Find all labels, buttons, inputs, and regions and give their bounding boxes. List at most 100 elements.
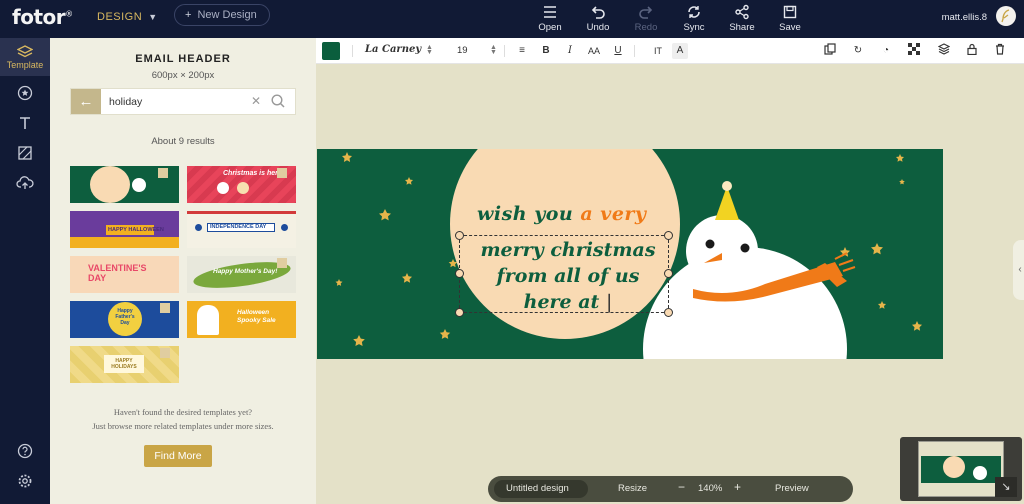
template-panel: EMAIL HEADER 600px × 200px ← ✕ About 9 r… [50,38,316,504]
template-thumb-christmas-is-here[interactable]: Christmas is here! [187,166,296,203]
thumb-heart-icon [277,258,287,268]
template-thumb-valentines[interactable]: VALENTINE'S DAY [70,256,179,293]
user-name[interactable]: matt.ellis.8 [942,12,987,23]
layers-icon [17,45,33,58]
thumb-ornament [217,182,229,194]
avatar[interactable] [996,6,1016,26]
zoom-in-icon[interactable]: + [734,480,741,494]
thumb-heart-icon [158,168,168,178]
divider [504,45,505,57]
back-arrow-icon[interactable]: ← [71,89,101,114]
chevron-left-icon: ‹ [1018,264,1022,275]
shape-icon[interactable]: ◔ [878,43,894,59]
new-design-button[interactable]: + New Design [174,4,270,26]
thumb-ornament [237,182,249,194]
resize-handle[interactable] [664,269,673,278]
rail-item-template[interactable]: Template [0,38,50,76]
template-thumb-spooky-sale[interactable]: Halloween Spooky Sale [187,301,296,338]
template-search: ← ✕ [70,88,296,115]
search-icon[interactable] [270,93,286,109]
minimap-banner [921,456,1001,483]
thumb-ground [70,237,179,248]
undo-icon [591,6,605,19]
design-name-field[interactable]: Untitled design [494,480,588,498]
rail-item-upload[interactable] [0,168,50,206]
find-more-button[interactable]: Find More [144,445,212,467]
case-icon[interactable]: AA [586,43,602,59]
zoom-out-icon[interactable]: − [678,480,685,494]
lock-icon[interactable] [964,43,980,59]
menu-icon [544,6,556,18]
template-thumb-independence-day[interactable]: INDEPENDENCE DAY [187,211,296,248]
text-effect-icon[interactable]: A [672,43,688,59]
results-count: About 9 results [151,136,215,147]
template-thumb-mothers-day[interactable]: Happy Mother's Day! [187,256,296,293]
clear-icon[interactable]: ✕ [251,94,261,108]
thumb-circle [90,166,130,203]
top-bar: fotor® DESIGN ▼ + New Design Open Undo Red… [0,0,1024,38]
chevron-down-icon: ▼ [148,12,158,22]
resize-handle[interactable] [455,308,464,317]
font-stepper-icon[interactable]: ▲ ▼ [426,44,433,56]
share-button[interactable]: Share [720,4,764,33]
resize-handle[interactable] [664,231,673,240]
resize-handle[interactable] [664,308,673,317]
background-icon [18,146,32,160]
size-stepper-icon[interactable]: ▲ ▼ [490,44,497,56]
template-thumb-happy-holidays[interactable]: HAPPY HOLIDAYS [70,346,179,383]
resize-handle[interactable] [455,231,464,240]
template-thumb-fathers-day[interactable]: Happy Father's Day [70,301,179,338]
thumb-snowman [132,178,146,192]
thumb-heart-icon [160,348,170,358]
preview-button[interactable]: Preview [775,483,809,494]
save-button[interactable]: Save [768,4,812,33]
bold-icon[interactable]: B [538,43,554,59]
resize-handle[interactable] [455,269,464,278]
panel-size: 600px × 200px [151,70,215,81]
template-thumb-halloween[interactable]: HAPPY HALLOWEEN [70,211,179,248]
minimap[interactable]: ↘ [900,437,1022,501]
delete-icon[interactable] [992,43,1008,59]
align-icon[interactable]: ≡ [514,43,530,59]
no-result-hint: Haven't found the desired templates yet?… [92,407,274,431]
layers-icon[interactable] [936,43,952,59]
italic-icon[interactable]: I [562,43,578,59]
share-icon [735,4,749,20]
rail-item-settings[interactable] [0,466,50,504]
sync-button[interactable]: Sync [672,4,716,33]
thumb-ghost [197,305,219,335]
cloud-upload-icon [16,176,34,189]
thumb-heart-icon [195,224,202,231]
duplicate-icon[interactable] [822,43,838,59]
template-thumb-christmas-snowman[interactable] [70,166,179,203]
divider [352,45,353,57]
fotor-logo[interactable]: fotor® [12,5,73,29]
rotate-icon[interactable]: ↻ [850,43,866,59]
search-input[interactable] [109,94,249,110]
thumb-heart-icon [160,303,170,313]
save-icon [783,5,797,19]
open-button[interactable]: Open [528,4,572,33]
greeting-line-1[interactable]: wish you a very [477,203,646,225]
underline-icon[interactable]: U [610,43,626,59]
text-color-swatch[interactable] [322,42,340,60]
undo-button[interactable]: Undo [576,4,620,33]
help-icon [17,443,33,459]
redo-button[interactable]: Redo [624,4,668,33]
design-menu[interactable]: DESIGN ▼ [97,11,158,23]
panel-title: EMAIL HEADER [135,53,231,65]
text-icon [20,117,30,129]
resize-button[interactable]: Resize [618,483,647,494]
thumb-stripe [187,211,296,214]
collapse-right-panel-handle[interactable]: ‹ [1013,240,1024,300]
thumb-heart-icon [281,224,288,231]
font-family-select[interactable]: La Carney [365,44,421,55]
font-size-field[interactable]: 19 [457,45,468,56]
minimap-viewport[interactable] [918,441,1004,497]
spacing-icon[interactable]: IT [650,43,666,59]
transparency-icon[interactable] [906,43,922,59]
selection-box[interactable] [455,231,673,317]
feather-icon [1001,9,1010,23]
design-canvas[interactable]: wish you a very merry christmas from all… [317,149,943,359]
collapse-minimap-icon[interactable]: ↘ [995,477,1017,497]
